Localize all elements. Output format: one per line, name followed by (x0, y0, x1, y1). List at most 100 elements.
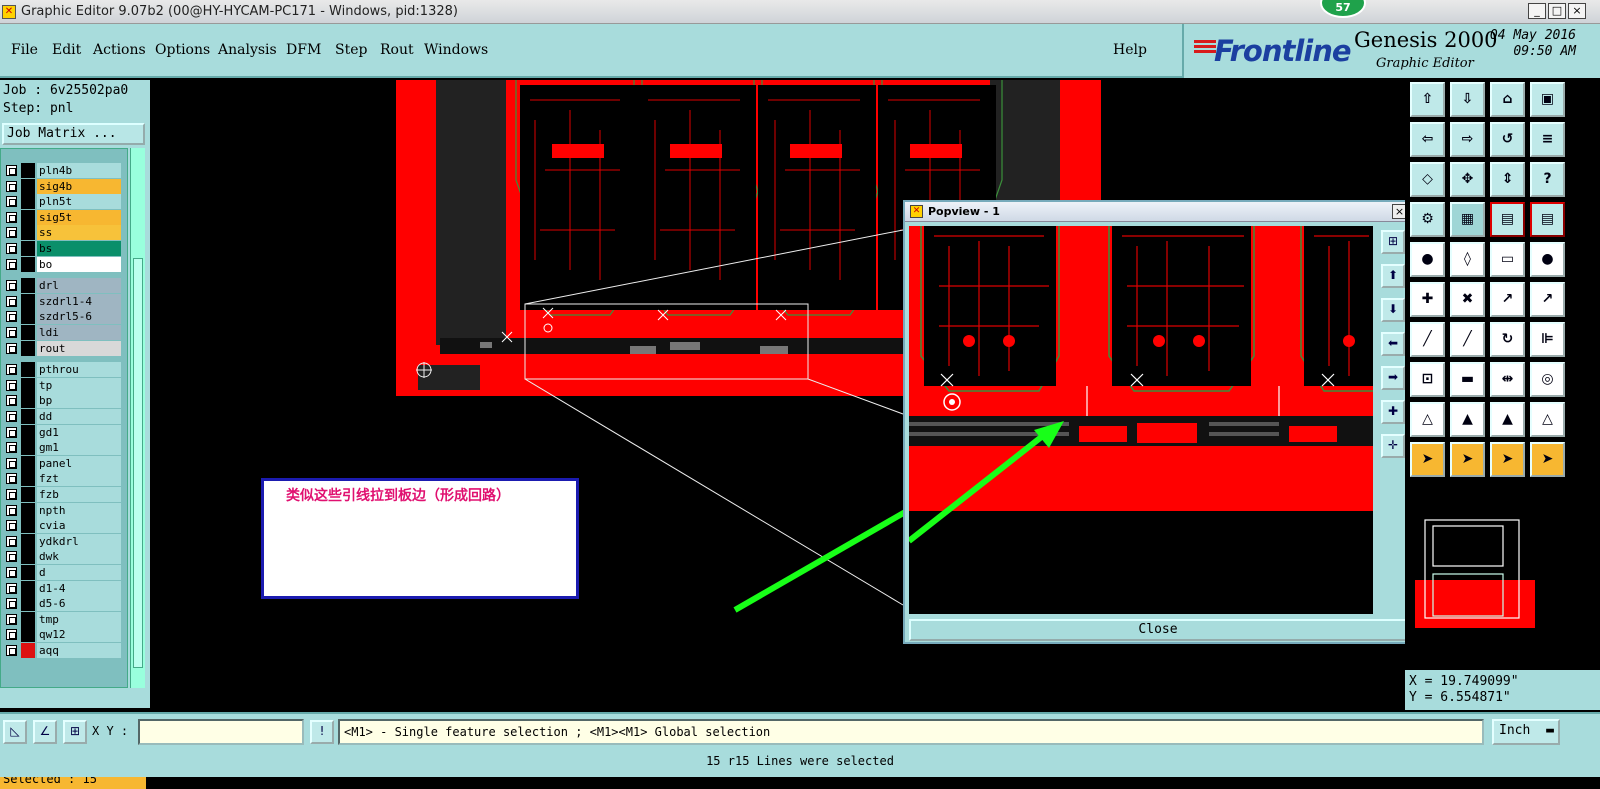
layer-name[interactable]: fzb (37, 487, 121, 502)
xy-input[interactable] (138, 719, 304, 745)
popview-down-icon[interactable]: ⬇ (1381, 298, 1405, 322)
layer-row[interactable]: aqq (3, 643, 121, 658)
layer-row[interactable]: pln4b (3, 163, 121, 178)
layer-color-swatch[interactable] (21, 518, 35, 534)
layer-color-swatch[interactable] (21, 309, 35, 325)
close-window-button[interactable]: × (1568, 3, 1586, 19)
layer-display-checkbox[interactable] (6, 457, 17, 469)
pointer-select-icon[interactable]: ➤ (1410, 442, 1445, 477)
layer-row[interactable]: bs (3, 241, 121, 256)
layer-color-swatch[interactable] (21, 549, 35, 565)
overview-minimap[interactable] (1415, 518, 1535, 628)
surface-add-icon[interactable]: ◊ (1450, 242, 1485, 277)
delete-feature-icon[interactable]: ✖ (1450, 282, 1485, 317)
layer-display-checkbox[interactable] (6, 582, 17, 594)
layer-display-checkbox[interactable] (6, 211, 17, 223)
menu-options[interactable]: Options (155, 42, 210, 58)
layer-color-swatch[interactable] (21, 643, 35, 658)
menu-analysis[interactable]: Analysis (218, 42, 277, 58)
layer-display-checkbox[interactable] (6, 395, 17, 407)
layer-color-swatch[interactable] (21, 325, 35, 340)
layer-name[interactable]: aqq (37, 643, 121, 658)
triangle-select-2-icon[interactable]: ▲ (1450, 402, 1485, 437)
layer-row[interactable]: tmp (3, 611, 121, 627)
layer-color-swatch[interactable] (21, 256, 35, 272)
measure-icon[interactable]: ≡ (1530, 122, 1565, 157)
layer-name[interactable]: tmp (37, 611, 121, 627)
layer-name[interactable]: bs (37, 241, 121, 256)
draw-line-icon[interactable]: ╱ (1410, 322, 1445, 357)
layer-row[interactable]: bp (3, 393, 121, 409)
layer-name[interactable]: ldi (37, 325, 121, 340)
minimize-button[interactable]: _ (1528, 3, 1546, 19)
layer-name[interactable]: drl (37, 278, 121, 294)
layer-name[interactable]: sig4b (37, 178, 121, 194)
pointer-select-2-icon[interactable]: ➤ (1450, 442, 1485, 477)
popview-right-icon[interactable]: ➡ (1381, 366, 1405, 390)
layer-row[interactable]: sig5t (3, 209, 121, 225)
fillet-icon[interactable]: ⊫ (1530, 322, 1565, 357)
layer-row[interactable]: d (3, 565, 121, 580)
layer-display-checkbox[interactable] (6, 227, 17, 239)
pan-left-icon[interactable]: ⇦ (1410, 122, 1445, 157)
layer-name[interactable]: pthrou (37, 362, 121, 378)
layer-row[interactable]: pln5t (3, 194, 121, 210)
layer-name[interactable]: bp (37, 393, 121, 409)
layer-row[interactable]: gm1 (3, 440, 121, 456)
layer-display-checkbox[interactable] (6, 295, 17, 307)
layer-display-checkbox[interactable] (6, 442, 17, 454)
layer-color-swatch[interactable] (21, 241, 35, 256)
layer-display-checkbox[interactable] (6, 411, 17, 422)
menu-rout[interactable]: Rout (380, 42, 414, 58)
layer-row[interactable]: rout (3, 340, 121, 356)
layer-row[interactable]: panel (3, 455, 121, 471)
menu-edit[interactable]: Edit (52, 42, 81, 58)
alert-icon[interactable]: ! (310, 720, 334, 744)
layer-row[interactable]: cvia (3, 518, 121, 534)
layer-name[interactable]: pln4b (37, 163, 121, 178)
maximize-button[interactable]: □ (1548, 3, 1566, 19)
help-query-icon[interactable]: ? (1530, 162, 1565, 197)
grid-icon[interactable]: ▦ (1450, 202, 1485, 237)
layer-name[interactable]: gm1 (37, 440, 121, 456)
popview-fit-icon[interactable]: ⊞ (1381, 230, 1405, 254)
layer-display-checkbox[interactable] (6, 280, 17, 292)
redraw-icon[interactable]: ↺ (1490, 122, 1525, 157)
layer-name[interactable]: gd1 (37, 424, 121, 440)
connect-icon[interactable]: ✚ (1410, 282, 1445, 317)
layer-color-swatch[interactable] (21, 611, 35, 627)
layer-display-checkbox[interactable] (6, 243, 17, 254)
layer-color-swatch[interactable] (21, 627, 35, 643)
layer-color-swatch[interactable] (21, 471, 35, 487)
triangle-select-4-icon[interactable]: △ (1530, 402, 1565, 437)
layer-display-checkbox[interactable] (6, 379, 17, 391)
ruler-icon[interactable]: ▭ (1490, 242, 1525, 277)
pan-right-icon[interactable]: ⇨ (1450, 122, 1485, 157)
layer-row[interactable]: szdrl1-4 (3, 293, 121, 309)
layer-row[interactable]: ss (3, 225, 121, 241)
layer-color-swatch[interactable] (21, 424, 35, 440)
layer-display-checkbox[interactable] (6, 258, 17, 270)
triangle-select-icon[interactable]: △ (1410, 402, 1445, 437)
layer-row[interactable]: ldi (3, 325, 121, 340)
layer-name[interactable]: pln5t (37, 194, 121, 210)
layer-color-swatch[interactable] (21, 340, 35, 356)
layer-color-swatch[interactable] (21, 209, 35, 225)
unit-selector[interactable]: Inch ▬ (1492, 719, 1560, 745)
snap-icon[interactable]: ⚙ (1410, 202, 1445, 237)
layer-row[interactable]: bo (3, 256, 121, 272)
popview-zoom-out-icon[interactable]: ✛ (1381, 434, 1405, 458)
layer-color-swatch[interactable] (21, 377, 35, 393)
layer-color-swatch[interactable] (21, 393, 35, 409)
layer-display-checkbox[interactable] (6, 364, 17, 376)
layer-row[interactable]: sig4b (3, 178, 121, 194)
layer-row[interactable]: szdrl5-6 (3, 309, 121, 325)
layer-row[interactable]: ydkdrl (3, 533, 121, 549)
layer-name[interactable]: d5-6 (37, 596, 121, 612)
arc-icon[interactable]: ↻ (1490, 322, 1525, 357)
layer-color-swatch[interactable] (21, 163, 35, 178)
menu-step[interactable]: Step (335, 42, 367, 58)
layer-row[interactable]: d1-4 (3, 580, 121, 596)
copy-icon[interactable]: ▬ (1450, 362, 1485, 397)
layer-name[interactable]: szdrl1-4 (37, 293, 121, 309)
